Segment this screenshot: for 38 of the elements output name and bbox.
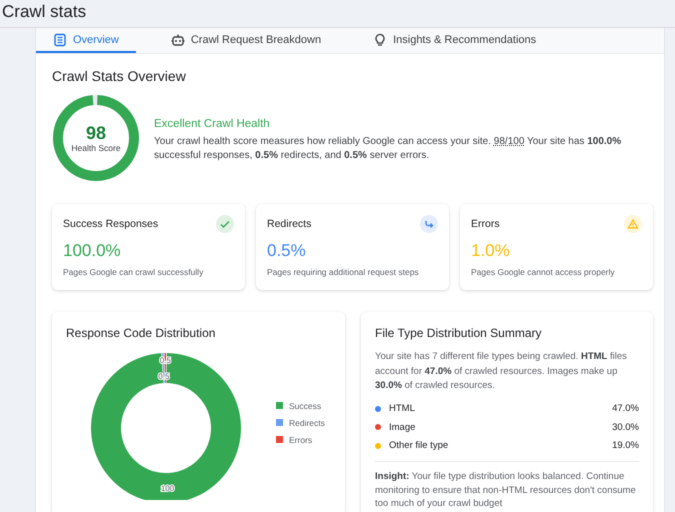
file-type-label: Other file type [389,440,450,452]
summary-text: Your site has 7 different file types being crawled. HTML files account for 47.0% of crawled resources. Images make up 30.0% of crawled resources. [375,350,628,393]
file-type-share: 30.0% [612,422,639,433]
chart-title: Response Code Distribution [66,326,216,340]
health-description: Your crawl health score measures how reliably Google can access your site. 98/100 Your site has 100.0% successful responses, 0.5% redirects, and 0.5% server errors. [154,135,622,163]
legend-label: Errors [289,434,312,444]
file-type-share: 47.0% [612,403,639,414]
legend-label: Redirects [289,418,325,428]
tab[interactable]: Insights & Recommendations [356,28,554,53]
file-type-share: 19.0% [612,440,639,452]
legend-label: Success [289,400,322,410]
card-title: File Type Distribution Summary [375,326,542,340]
tab[interactable]: Overview [36,28,136,53]
metric-caption: Pages requiring additional request steps [267,267,420,277]
metric-caption: Pages Google cannot access properly [471,267,616,277]
metric-caption: Pages Google can crawl successfully [63,267,204,277]
robot-icon [170,32,185,46]
warning-icon [624,215,642,233]
tab[interactable]: Crawl Request Breakdown [154,28,338,53]
data-label: 100 [160,484,174,493]
file-type-label: HTML [389,403,416,414]
page-title: Crawl stats [2,1,86,23]
lightbulb-icon [373,32,388,46]
section-title: Crawl Stats Overview [52,68,187,84]
health-score-label: Health Score [71,143,121,153]
metric-title: Redirects [267,218,312,230]
data-label: 0.5 [160,356,171,365]
check-icon [216,215,234,233]
health-score: 98 [86,123,106,143]
health-status: Excellent Crawl Health [154,118,271,130]
metric-title: Errors [471,218,500,230]
metric-value: 100.0% [63,240,122,262]
metric-value: 1.0% [471,240,511,262]
metric-title: Success Responses [63,218,158,230]
file-type-label: Image [389,422,416,433]
insight-text: Insight: Your file type distribution looks balanced. Continue monitoring to ensure that non-HTML resources don't consume too much of your crawl budget [375,470,637,510]
document-icon [53,32,67,46]
metric-value: 0.5% [267,240,307,262]
